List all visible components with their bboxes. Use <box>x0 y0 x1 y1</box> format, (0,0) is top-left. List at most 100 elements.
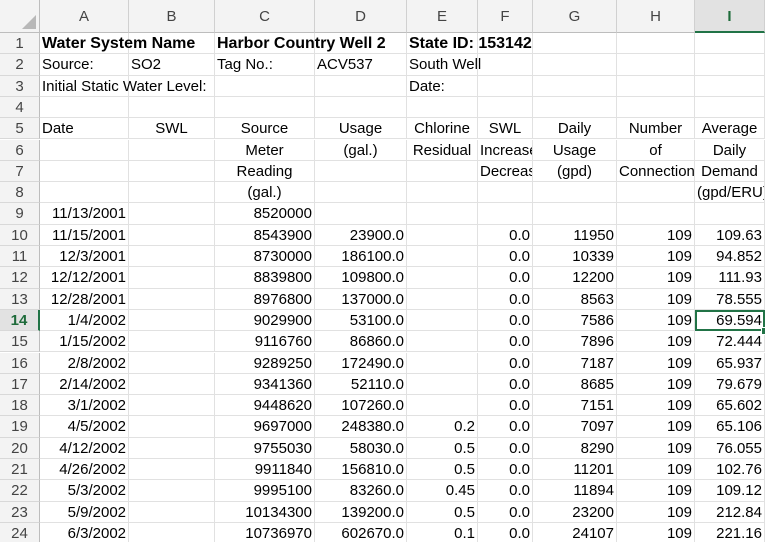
row-header-2[interactable]: 2 <box>0 54 40 76</box>
row-header-20[interactable]: 20 <box>0 437 40 459</box>
cell-g18[interactable]: 7151 <box>533 395 617 417</box>
cell-c12[interactable]: 8839800 <box>215 267 315 289</box>
cell-h15[interactable]: 109 <box>617 331 695 353</box>
cell-a19[interactable]: 4/5/2002 <box>40 416 129 438</box>
spreadsheet-grid[interactable]: A B C D E F G H I 1 2 3 4 5 6 7 8 9 10 11 12 13 14 15 16 17 18 19 20… <box>0 0 765 542</box>
cell-c24[interactable]: 10736970 <box>215 522 315 542</box>
cell-g21[interactable]: 11201 <box>533 459 617 481</box>
cell-d8[interactable] <box>315 182 407 204</box>
cell-g13[interactable]: 8563 <box>533 288 617 310</box>
cell-g11[interactable]: 10339 <box>533 246 617 268</box>
cell-b20[interactable] <box>129 437 215 459</box>
column-header-c[interactable]: C <box>215 0 315 33</box>
row-header-17[interactable]: 17 <box>0 373 40 396</box>
cell-b22[interactable] <box>129 480 215 502</box>
cell-b23[interactable] <box>129 501 215 523</box>
column-header-d[interactable]: D <box>315 0 407 33</box>
cell-g14[interactable]: 7586 <box>533 309 617 332</box>
cell-c9[interactable]: 8520000 <box>215 203 315 225</box>
cell-g6[interactable]: Usage <box>533 139 617 161</box>
cell-d17[interactable]: 52110.0 <box>315 373 407 396</box>
cell-a23[interactable]: 5/9/2002 <box>40 501 129 523</box>
cell-a15[interactable]: 1/15/2002 <box>40 331 129 353</box>
fill-handle[interactable] <box>761 327 765 336</box>
cell-a20[interactable]: 4/12/2002 <box>40 437 129 459</box>
cell-b11[interactable] <box>129 246 215 268</box>
cell-i10[interactable]: 109.63 <box>695 224 765 246</box>
cell-f13[interactable]: 0.0 <box>478 288 533 310</box>
column-header-f[interactable]: F <box>478 0 533 33</box>
row-header-4[interactable]: 4 <box>0 96 40 119</box>
cell-e4[interactable] <box>407 96 478 119</box>
cell-f22[interactable]: 0.0 <box>478 480 533 502</box>
cell-h18[interactable]: 109 <box>617 395 695 417</box>
cell-e15[interactable] <box>407 331 478 353</box>
cell-d22[interactable]: 83260.0 <box>315 480 407 502</box>
cell-i12[interactable]: 111.93 <box>695 267 765 289</box>
cell-g12[interactable]: 12200 <box>533 267 617 289</box>
cell-i5[interactable]: Average <box>695 118 765 140</box>
cell-i13[interactable]: 78.555 <box>695 288 765 310</box>
cell-i22[interactable]: 109.12 <box>695 480 765 502</box>
cell-a17[interactable]: 2/14/2002 <box>40 373 129 396</box>
cell-f20[interactable]: 0.0 <box>478 437 533 459</box>
cell-b14[interactable] <box>129 309 215 332</box>
cell-c19[interactable]: 9697000 <box>215 416 315 438</box>
cell-i7[interactable]: Demand <box>695 160 765 183</box>
cell-f2[interactable] <box>478 54 533 76</box>
cell-c3[interactable] <box>215 75 315 97</box>
row-header-7[interactable]: 7 <box>0 160 40 183</box>
cell-a10[interactable]: 11/15/2001 <box>40 224 129 246</box>
cell-c17[interactable]: 9341360 <box>215 373 315 396</box>
cell-h21[interactable]: 109 <box>617 459 695 481</box>
cell-b10[interactable] <box>129 224 215 246</box>
cell-e12[interactable] <box>407 267 478 289</box>
cell-f15[interactable]: 0.0 <box>478 331 533 353</box>
cell-a6[interactable] <box>40 139 129 161</box>
cell-i4[interactable] <box>695 96 765 119</box>
cell-i15[interactable]: 72.444 <box>695 331 765 353</box>
cell-c22[interactable]: 9995100 <box>215 480 315 502</box>
cell-i17[interactable]: 79.679 <box>695 373 765 396</box>
cell-a1[interactable]: Water System Name <box>40 33 195 55</box>
row-header-16[interactable]: 16 <box>0 352 40 374</box>
cell-b16[interactable] <box>129 352 215 374</box>
column-header-b[interactable]: B <box>129 0 215 33</box>
cell-h20[interactable]: 109 <box>617 437 695 459</box>
cell-b8[interactable] <box>129 182 215 204</box>
cell-c4[interactable] <box>215 96 315 119</box>
cell-a4[interactable] <box>40 96 129 119</box>
cell-e24[interactable]: 0.1 <box>407 522 478 542</box>
cell-a8[interactable] <box>40 182 129 204</box>
cell-a2[interactable]: Source: <box>40 54 129 76</box>
cell-e1[interactable]: State ID: 153142 <box>407 33 532 55</box>
cell-b18[interactable] <box>129 395 215 417</box>
cell-d24[interactable]: 602670.0 <box>315 522 407 542</box>
row-header-1[interactable]: 1 <box>0 33 40 55</box>
cell-i21[interactable]: 102.76 <box>695 459 765 481</box>
cell-h4[interactable] <box>617 96 695 119</box>
cell-h1[interactable] <box>617 33 695 55</box>
cell-f17[interactable]: 0.0 <box>478 373 533 396</box>
cell-c5[interactable]: Source <box>215 118 315 140</box>
cell-a7[interactable] <box>40 160 129 183</box>
cell-h5[interactable]: Number <box>617 118 695 140</box>
cell-h14[interactable]: 109 <box>617 309 695 332</box>
cell-e13[interactable] <box>407 288 478 310</box>
column-header-g[interactable]: G <box>533 0 617 33</box>
cell-a3[interactable]: Initial Static Water Level: <box>40 75 207 97</box>
cell-b21[interactable] <box>129 459 215 481</box>
cell-f10[interactable]: 0.0 <box>478 224 533 246</box>
cell-c6[interactable]: Meter <box>215 139 315 161</box>
cell-b7[interactable] <box>129 160 215 183</box>
cell-h10[interactable]: 109 <box>617 224 695 246</box>
cell-f9[interactable] <box>478 203 533 225</box>
cell-a21[interactable]: 4/26/2002 <box>40 459 129 481</box>
cell-f3[interactable] <box>478 75 533 97</box>
cell-g24[interactable]: 24107 <box>533 522 617 542</box>
cell-h2[interactable] <box>617 54 695 76</box>
cell-d21[interactable]: 156810.0 <box>315 459 407 481</box>
cell-c10[interactable]: 8543900 <box>215 224 315 246</box>
cell-d12[interactable]: 109800.0 <box>315 267 407 289</box>
row-header-3[interactable]: 3 <box>0 75 40 97</box>
